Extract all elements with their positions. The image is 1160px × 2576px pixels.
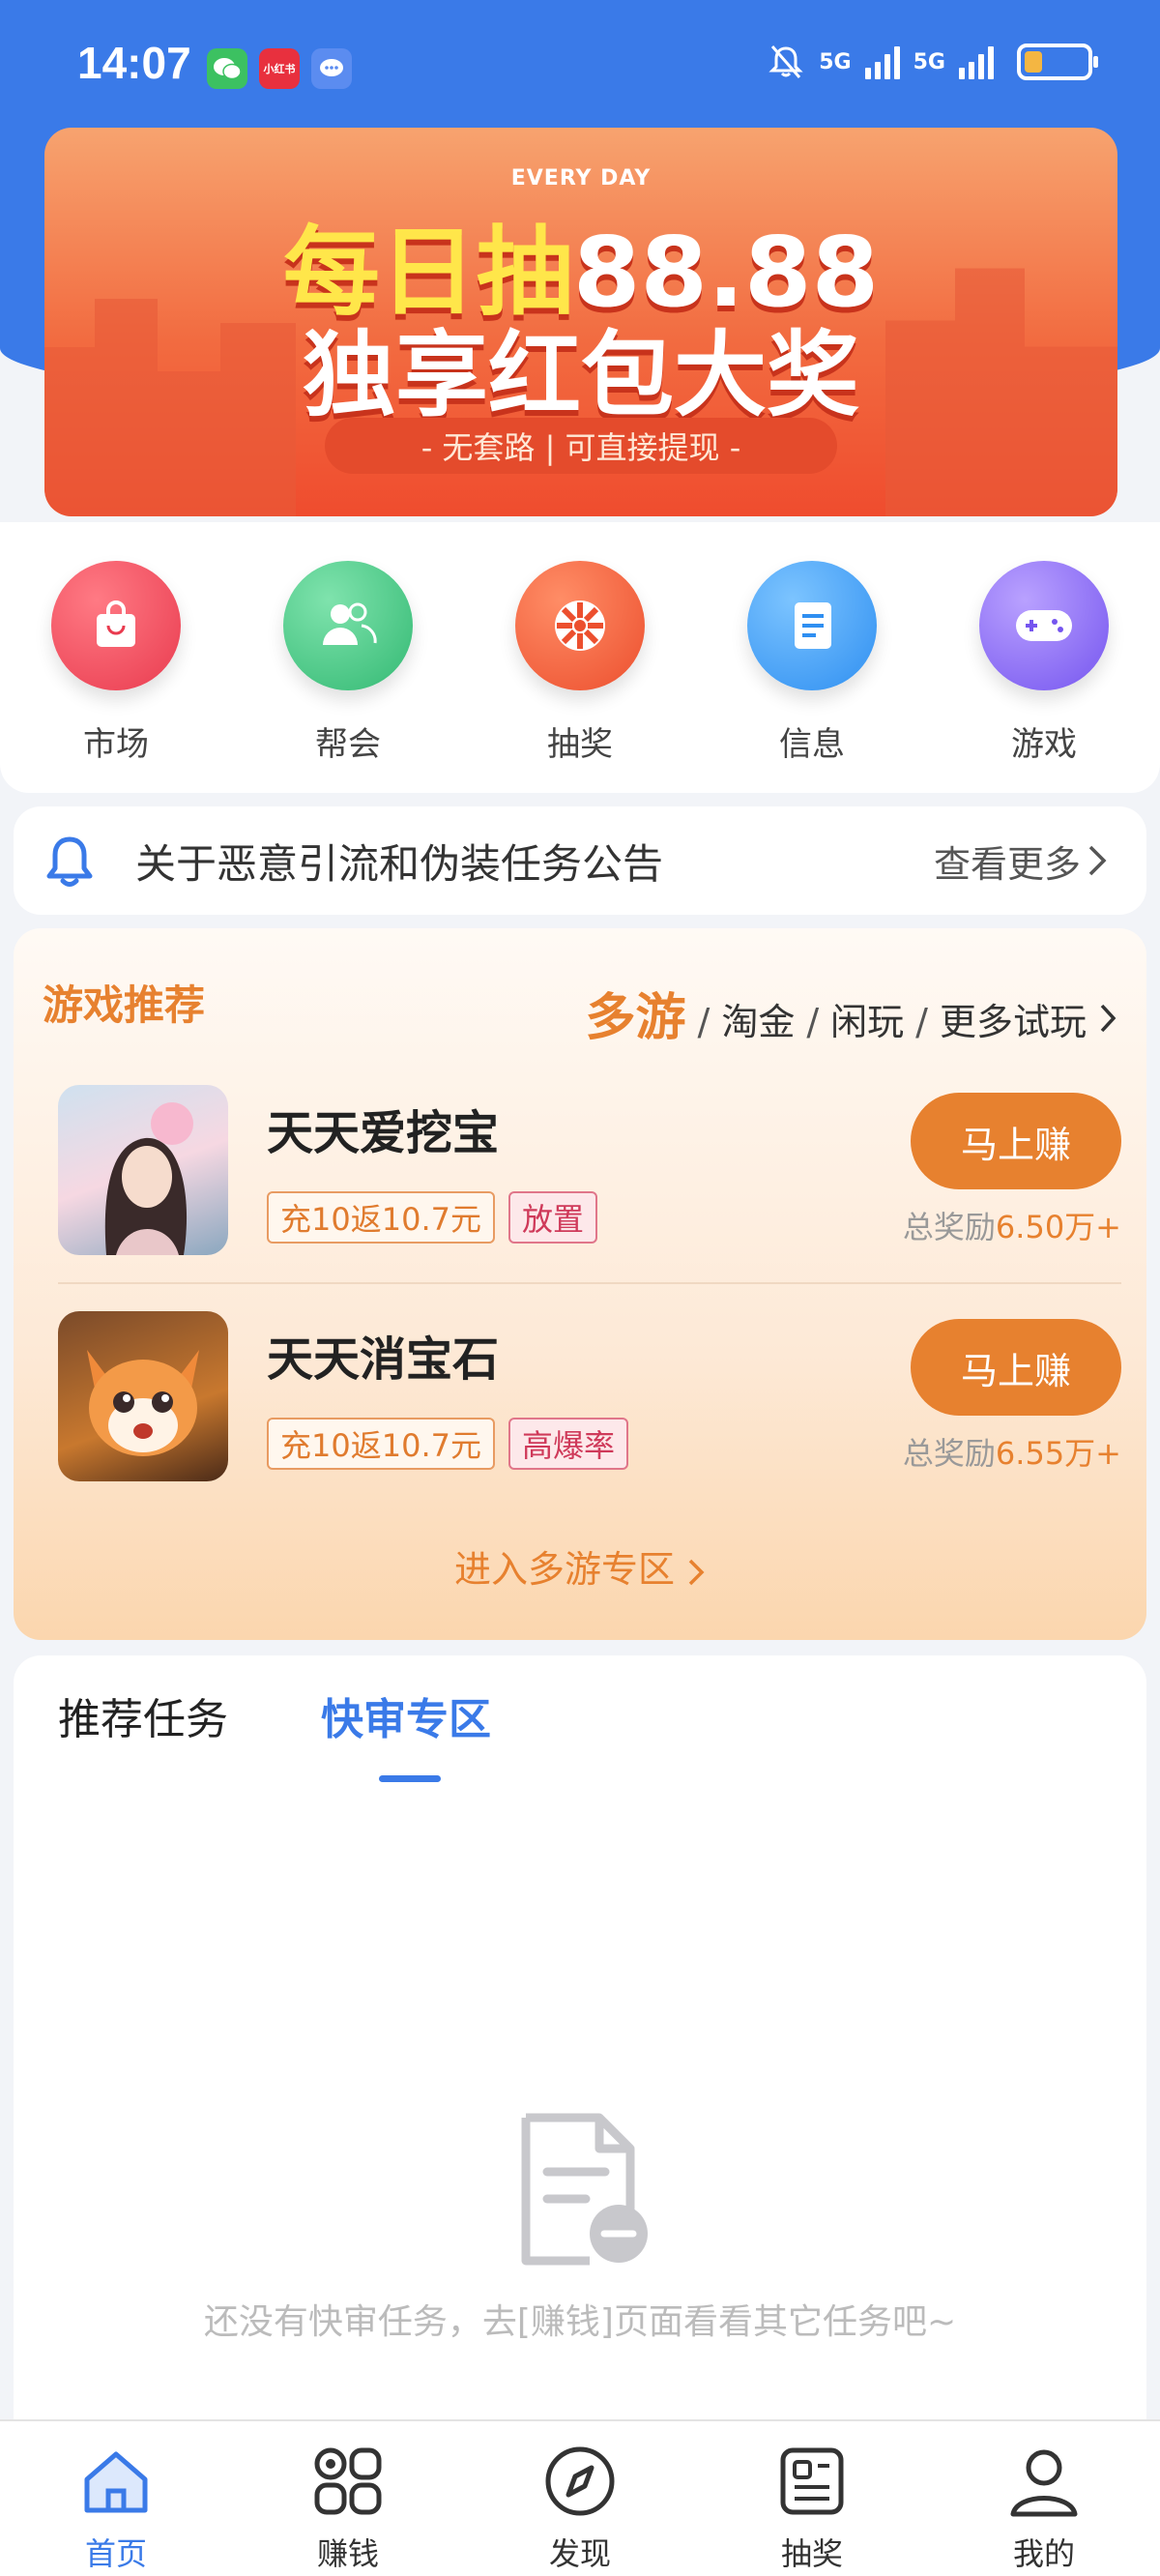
status-time: 14:07 <box>77 38 191 88</box>
games-section-title: 游戏推荐 <box>43 981 206 1029</box>
genre-tag: 高爆率 <box>508 1418 628 1470</box>
platform-link-xianwan[interactable]: 闲玩 <box>830 992 904 1045</box>
announcement-text: 关于恶意引流和伪装任务公告 <box>135 839 664 888</box>
game-recommendations: 游戏推荐 多游 / 淘金 / 闲玩 / 更多试玩 天天爱挖宝 充10返10.7元… <box>14 928 1146 1640</box>
platform-link-taojin[interactable]: 淘金 <box>721 992 795 1045</box>
chevron-right-icon <box>1100 1004 1116 1033</box>
announcement-bar[interactable]: 关于恶意引流和伪装任务公告 查看更多 <box>14 806 1146 915</box>
empty-state-text: 还没有快审任务，去[赚钱]页面看看其它任务吧~ <box>203 2302 957 2342</box>
total-reward: 总奖励6.50万+ <box>902 1209 1121 1245</box>
quick-nav-games[interactable]: 游戏 <box>967 561 1121 765</box>
person-icon <box>1010 2449 1078 2517</box>
see-more-link[interactable]: 查看更多 <box>934 834 1108 888</box>
signal-2-label: 5G <box>913 49 945 74</box>
mute-icon <box>768 45 803 78</box>
empty-document-icon <box>521 2113 648 2266</box>
chevron-right-icon <box>688 1559 705 1585</box>
quick-nav-market[interactable]: 市场 <box>39 561 193 765</box>
divider <box>58 1282 1121 1284</box>
message-icon <box>311 48 352 89</box>
document-icon <box>747 561 877 690</box>
banner-every-day: EVERY DAY <box>510 166 652 190</box>
signal-1-label: 5G <box>819 49 852 74</box>
status-bar: 14:07 小红书 5G 5G <box>0 0 1160 126</box>
nav-discover[interactable]: 发现 <box>512 2443 648 2574</box>
gamepad-icon <box>979 561 1109 690</box>
signal-2-icon <box>959 44 994 79</box>
users-icon <box>283 561 413 690</box>
bell-icon <box>46 836 93 887</box>
tab-recommended-tasks[interactable]: 推荐任务 <box>58 1684 228 1746</box>
game-item[interactable]: 天天爱挖宝 充10返10.7元 放置 马上赚 总奖励6.50万+ <box>58 1085 1121 1259</box>
quick-nav: 市场 帮会 抽奖 信息 游戏 <box>0 522 1160 793</box>
quick-nav-info[interactable]: 信息 <box>735 561 889 765</box>
banner-pill: - 无套路 | 可直接提现 - <box>325 418 837 474</box>
wheel-icon <box>515 561 645 690</box>
genre-tag: 放置 <box>508 1191 597 1244</box>
game-thumbnail-2 <box>58 1311 228 1481</box>
enter-duoyou-zone-link[interactable]: 进入多游专区 <box>14 1539 1146 1593</box>
active-tab-indicator <box>379 1775 441 1782</box>
game-tags: 充10返10.7元 放置 <box>267 1191 597 1244</box>
game-name: 天天消宝石 <box>267 1332 500 1387</box>
xiaohongshu-icon: 小红书 <box>259 48 300 89</box>
bottom-navigation: 首页 赚钱 发现 抽奖 我的 <box>0 2419 1160 2576</box>
compass-icon <box>545 2446 615 2516</box>
platform-link-duoyou[interactable]: 多游 <box>586 977 686 1049</box>
wechat-icon <box>207 48 247 89</box>
nav-me[interactable]: 我的 <box>976 2443 1112 2574</box>
game-tags: 充10返10.7元 高爆率 <box>267 1418 628 1470</box>
battery-icon <box>1017 44 1098 80</box>
shopping-bag-icon <box>51 561 181 690</box>
earn-now-button[interactable]: 马上赚 <box>911 1319 1121 1416</box>
nav-lottery[interactable]: 抽奖 <box>744 2443 880 2574</box>
ticket-icon <box>780 2447 844 2515</box>
status-indicators: 5G 5G <box>767 43 1098 81</box>
platform-link-more[interactable]: 更多试玩 <box>940 992 1087 1045</box>
tasks-section: 推荐任务 快审专区 还没有快审任务，去[赚钱]页面看看其它任务吧~ <box>14 1655 1146 2419</box>
quick-nav-guild[interactable]: 帮会 <box>271 561 425 765</box>
game-thumbnail-1 <box>58 1085 228 1255</box>
game-platform-links: 多游 / 淘金 / 闲玩 / 更多试玩 <box>586 977 1118 1049</box>
signal-1-icon <box>864 44 900 79</box>
rebate-tag: 充10返10.7元 <box>267 1418 495 1470</box>
quick-nav-lottery[interactable]: 抽奖 <box>503 561 657 765</box>
banner-subheadline: 独享红包大奖 <box>303 321 859 429</box>
home-icon <box>84 2451 148 2513</box>
tab-quick-review[interactable]: 快审专区 <box>321 1684 491 1746</box>
nav-home[interactable]: 首页 <box>48 2443 184 2574</box>
earn-now-button[interactable]: 马上赚 <box>911 1093 1121 1189</box>
promo-banner[interactable]: EVERY DAY 每日抽88.88 独享红包大奖 - 无套路 | 可直接提现 … <box>44 128 1117 516</box>
nav-earn[interactable]: 赚钱 <box>280 2443 416 2574</box>
grid-icon <box>314 2447 382 2515</box>
game-item[interactable]: 天天消宝石 充10返10.7元 高爆率 马上赚 总奖励6.55万+ <box>58 1311 1121 1485</box>
game-name: 天天爱挖宝 <box>267 1106 500 1160</box>
chevron-right-icon <box>1088 845 1107 876</box>
rebate-tag: 充10返10.7元 <box>267 1191 495 1244</box>
total-reward: 总奖励6.55万+ <box>902 1435 1121 1472</box>
